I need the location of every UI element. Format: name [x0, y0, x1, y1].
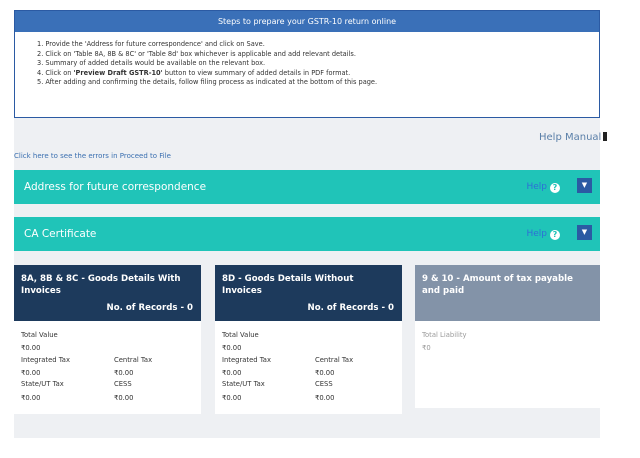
step-4-prefix: 4. Click on	[37, 68, 74, 77]
section-address-help[interactable]: Help?	[526, 182, 560, 193]
card-header: 8A, 8B & 8C - Goods Details With Invoice…	[14, 265, 201, 321]
card-header: 8D - Goods Details Without Invoices No. …	[215, 265, 402, 321]
records-count: No. of Records - 0	[307, 303, 394, 313]
section-ca-certificate[interactable]: CA Certificate Help? ▼	[14, 217, 600, 251]
card-header: 9 & 10 - Amount of tax payable and paid	[415, 265, 600, 321]
help-manual-label: Help Manual	[539, 132, 602, 143]
state-tax-label: State/UT Tax	[222, 380, 265, 388]
steps-panel: Steps to prepare your GSTR-10 return onl…	[14, 10, 600, 118]
total-value-label: Total Value	[21, 331, 58, 339]
state-tax-value: ₹0.00	[222, 394, 242, 402]
help-manual-icon	[603, 132, 608, 141]
central-tax-value: ₹0.00	[315, 369, 335, 377]
step-4: 4. Click on 'Preview Draft GSTR-10' butt…	[37, 69, 599, 79]
cess-value: ₹0.00	[315, 394, 335, 402]
section-ca-help[interactable]: Help?	[526, 229, 560, 240]
card-goods-with-invoices[interactable]: 8A, 8B & 8C - Goods Details With Invoice…	[14, 265, 201, 414]
steps-header: Steps to prepare your GSTR-10 return onl…	[15, 11, 599, 32]
cess-value: ₹0.00	[114, 394, 134, 402]
total-value-label: Total Value	[222, 331, 259, 339]
integrated-tax-value: ₹0.00	[21, 369, 41, 377]
question-circle-icon: ?	[550, 183, 560, 193]
card-title: 8A, 8B & 8C - Goods Details With Invoice…	[21, 274, 181, 296]
total-liability-value: ₹0	[422, 344, 431, 352]
integrated-tax-label: Integrated Tax	[222, 356, 271, 364]
errors-link[interactable]: Click here to see the errors in Proceed …	[14, 152, 171, 160]
step-2: 2. Click on 'Table 8A, 8B & 8C' or 'Tabl…	[37, 49, 356, 58]
section-address[interactable]: Address for future correspondence Help? …	[14, 170, 600, 204]
state-tax-value: ₹0.00	[21, 394, 41, 402]
step-5: 5. After adding and confirming the detai…	[37, 78, 378, 87]
total-liability-label: Total Liability	[422, 331, 467, 339]
help-label: Help	[526, 229, 547, 239]
central-tax-value: ₹0.00	[114, 369, 134, 377]
question-circle-icon: ?	[550, 230, 560, 240]
help-label: Help	[526, 182, 547, 192]
total-value: ₹0.00	[21, 344, 41, 352]
steps-list: 1. Provide the 'Address for future corre…	[15, 40, 599, 88]
step-1: 1. Provide the 'Address for future corre…	[37, 40, 265, 48]
central-tax-label: Central Tax	[315, 356, 354, 364]
central-tax-label: Central Tax	[114, 356, 153, 364]
help-manual-link[interactable]: Help Manual	[539, 132, 608, 143]
card-title: 9 & 10 - Amount of tax payable and paid	[422, 274, 573, 296]
integrated-tax-label: Integrated Tax	[21, 356, 70, 364]
card-tax-payable-paid[interactable]: 9 & 10 - Amount of tax payable and paid …	[415, 265, 600, 408]
state-tax-label: State/UT Tax	[21, 380, 64, 388]
section-ca-title: CA Certificate	[24, 228, 97, 240]
step-4-bold: 'Preview Draft GSTR-10'	[73, 68, 163, 77]
chevron-down-icon[interactable]: ▼	[577, 225, 592, 240]
step-4-rest: button to view summary of added details …	[162, 68, 351, 77]
card-title: 8D - Goods Details Without Invoices	[222, 274, 354, 296]
records-count: No. of Records - 0	[106, 303, 193, 313]
cess-label: CESS	[114, 380, 132, 388]
chevron-down-icon[interactable]: ▼	[577, 178, 592, 193]
card-goods-without-invoices[interactable]: 8D - Goods Details Without Invoices No. …	[215, 265, 402, 414]
total-value: ₹0.00	[222, 344, 242, 352]
cess-label: CESS	[315, 380, 333, 388]
section-address-title: Address for future correspondence	[24, 181, 207, 193]
step-3: 3. Summary of added details would be ava…	[37, 59, 266, 68]
integrated-tax-value: ₹0.00	[222, 369, 242, 377]
